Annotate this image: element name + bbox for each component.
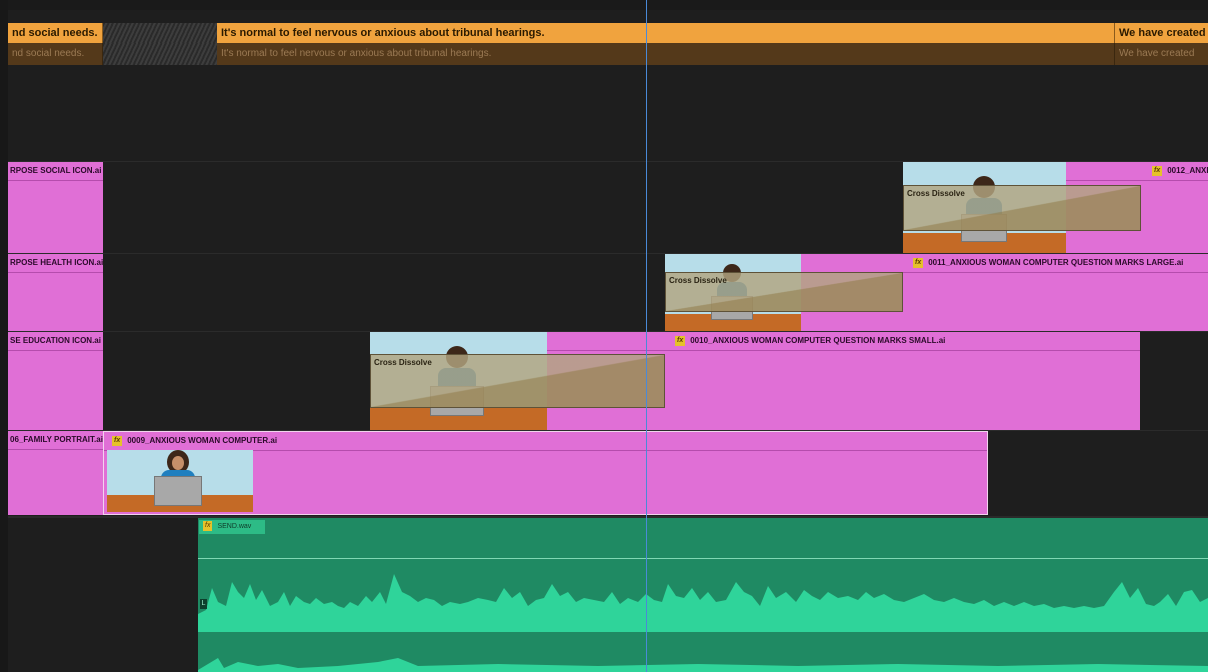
fx-badge: fx [1152, 165, 1163, 176]
channel-label: L [200, 599, 207, 609]
clip-name: 0010_ANXIOUS WOMAN COMPUTER QUESTION MAR… [690, 336, 946, 345]
audio-waveform [198, 574, 1208, 672]
caption-text: nd social needs. [12, 27, 98, 39]
video-clip[interactable]: RPOSE SOCIAL ICON.ai [8, 162, 103, 253]
fx-badge: fx [675, 335, 686, 346]
clip-name: RPOSE SOCIAL ICON.ai [8, 162, 103, 181]
timeline-top-bar [0, 0, 1208, 10]
clip-name: 06_FAMILY PORTRAIT.ai [8, 431, 103, 450]
audio-clip-name: SEND.wav [217, 523, 252, 530]
caption-text: It's normal to feel nervous or anxious a… [221, 48, 492, 59]
fx-badge: fx [112, 435, 123, 446]
cross-dissolve-transition[interactable]: Cross Dissolve [665, 272, 903, 312]
video-clip[interactable]: 06_FAMILY PORTRAIT.ai [8, 431, 103, 515]
clip-name: SE EDUCATION ICON.ai [8, 332, 103, 351]
caption-clip-secondary[interactable]: We have created [1115, 43, 1208, 65]
transition-label: Cross Dissolve [907, 189, 965, 198]
caption-text: We have created [1119, 48, 1195, 59]
track-header-strip [0, 0, 8, 672]
video-clip[interactable]: SE EDUCATION ICON.ai [8, 332, 103, 430]
volume-rubber-band[interactable] [198, 558, 1208, 559]
caption-clip[interactable]: nd social needs. [8, 23, 103, 43]
caption-clip[interactable]: It's normal to feel nervous or anxious a… [217, 23, 1115, 43]
caption-gap [103, 23, 217, 43]
fx-badge: fx [913, 257, 924, 268]
caption-gap-hatched [103, 43, 217, 65]
transition-label: Cross Dissolve [374, 358, 432, 367]
clip-name: 0012_ANXI [1167, 166, 1208, 175]
caption-clip-secondary[interactable]: nd social needs. [8, 43, 103, 65]
clip-name: RPOSE HEALTH ICON.ai [8, 254, 103, 273]
cross-dissolve-transition[interactable]: Cross Dissolve [903, 185, 1141, 231]
caption-text: We have created [1119, 27, 1206, 39]
clip-thumbnail [107, 450, 253, 512]
cross-dissolve-transition[interactable]: Cross Dissolve [370, 354, 665, 408]
transition-label: Cross Dissolve [669, 276, 727, 285]
fx-badge: fx [203, 521, 213, 532]
clip-name: 0011_ANXIOUS WOMAN COMPUTER QUESTION MAR… [928, 258, 1184, 267]
audio-clip-name-tab[interactable]: fx SEND.wav [199, 520, 265, 534]
caption-text: nd social needs. [12, 48, 85, 59]
video-clip[interactable]: RPOSE HEALTH ICON.ai [8, 254, 103, 331]
audio-clip[interactable]: L [198, 518, 1208, 672]
caption-clip[interactable]: We have created [1115, 23, 1208, 43]
clip-name: 0009_ANXIOUS WOMAN COMPUTER.ai [127, 436, 278, 445]
caption-clip-secondary[interactable]: It's normal to feel nervous or anxious a… [217, 43, 1115, 65]
playhead[interactable] [646, 0, 647, 672]
caption-text: It's normal to feel nervous or anxious a… [221, 27, 545, 39]
